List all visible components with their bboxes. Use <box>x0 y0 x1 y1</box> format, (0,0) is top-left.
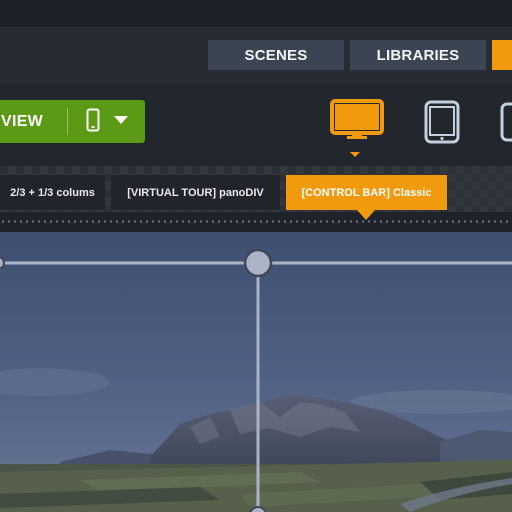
top-strip <box>0 0 512 28</box>
layout-tab-control-bar[interactable]: [CONTROL BAR] Classic <box>286 175 447 210</box>
chevron-down-icon[interactable] <box>114 116 128 125</box>
tablet-icon[interactable] <box>424 100 462 144</box>
preview-label: EVIEW <box>0 112 44 130</box>
scenes-tab[interactable]: SCENES <box>208 40 344 70</box>
layout-tab-columns[interactable]: 2/3 + 1/3 colums <box>0 175 105 210</box>
divider-dots <box>0 220 512 223</box>
active-tab-pointer <box>357 210 375 220</box>
desktop-icon[interactable] <box>330 99 386 143</box>
top-navbar: SCENES LIBRARIES <box>0 29 512 83</box>
layout-tabs-bar: 2/3 + 1/3 colums [VIRTUAL TOUR] panoDIV … <box>0 166 512 212</box>
phone-icon[interactable] <box>86 108 100 132</box>
preview-button[interactable]: EVIEW <box>0 100 145 143</box>
toolbar: EVIEW <box>0 84 512 166</box>
active-device-marker <box>350 152 360 157</box>
panorama-image <box>0 232 512 512</box>
panorama-canvas[interactable] <box>0 232 512 512</box>
libraries-tab[interactable]: LIBRARIES <box>350 40 486 70</box>
preview-separator <box>67 108 68 135</box>
dotted-divider <box>0 212 512 232</box>
active-nav-tab[interactable] <box>492 40 512 70</box>
tablet-landscape-icon[interactable] <box>500 100 512 144</box>
guide-handle-left[interactable] <box>0 256 5 270</box>
guide-handle-top[interactable] <box>243 248 273 278</box>
layout-tab-virtual-tour[interactable]: [VIRTUAL TOUR] panoDIV <box>111 175 280 210</box>
